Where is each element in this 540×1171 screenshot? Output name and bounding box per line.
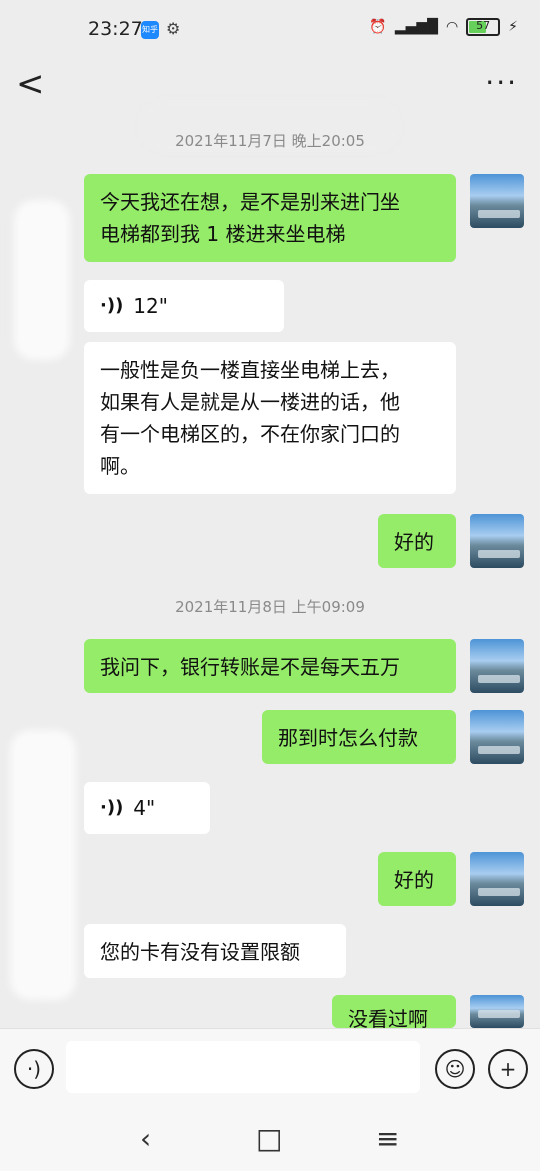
message-bubble[interactable]: 今天我还在想，是不是别来进门坐 电梯都到我 1 楼进来坐电梯	[84, 174, 456, 262]
chat-header: < ···	[0, 60, 540, 152]
emoji-button[interactable]: ☺	[435, 1049, 475, 1089]
plus-button[interactable]: +	[488, 1049, 528, 1089]
voice-input-button[interactable]: ·)	[14, 1049, 54, 1089]
message-bubble[interactable]: 没看过啊	[332, 995, 456, 1028]
nav-back-icon[interactable]: ‹	[140, 1122, 151, 1155]
redacted-avatar	[14, 200, 70, 360]
message-bubble[interactable]: 我问下，银行转账是不是每天五万	[84, 639, 456, 693]
voice-icon: ·)	[26, 1057, 42, 1081]
status-icons: ⏰ ▂▄▆█ ◠ 57 ⚡	[369, 18, 518, 36]
wifi-icon: ◠	[445, 19, 459, 35]
plus-icon: +	[499, 1057, 517, 1081]
voice-icon: ·))	[100, 797, 124, 818]
message-bubble[interactable]: 好的	[378, 514, 456, 568]
voice-message[interactable]: ·)) 12"	[84, 280, 284, 332]
back-button[interactable]: <	[16, 64, 45, 104]
charging-icon: ⚡	[508, 19, 518, 35]
more-button[interactable]: ···	[485, 66, 518, 99]
zhihu-app-icon: 知乎	[141, 21, 159, 39]
avatar[interactable]	[470, 639, 524, 693]
avatar[interactable]	[470, 174, 524, 228]
avatar[interactable]	[470, 852, 524, 906]
battery-icon: 57	[466, 18, 501, 36]
gear-icon: ⚙	[166, 19, 181, 38]
message-bubble[interactable]: 那到时怎么付款	[262, 710, 456, 764]
nav-home-icon[interactable]: □	[256, 1122, 282, 1155]
emoji-icon: ☺	[444, 1057, 466, 1081]
message-bubble[interactable]: 一般性是负一楼直接坐电梯上去， 如果有人是就是从一楼进的话，他 有一个电梯区的，…	[84, 342, 456, 494]
input-bar: ·) ☺ + ‹ □ ≡	[0, 1028, 540, 1171]
alarm-icon: ⏰	[369, 19, 387, 35]
redacted-avatar	[10, 730, 76, 1000]
avatar[interactable]	[470, 710, 524, 764]
avatar[interactable]	[470, 514, 524, 568]
message-bubble[interactable]: 好的	[378, 852, 456, 906]
voice-icon: ·))	[100, 295, 124, 316]
signal-icon: ▂▄▆█	[394, 19, 438, 35]
nav-menu-icon[interactable]: ≡	[376, 1122, 399, 1155]
timestamp: 2021年11月8日 上午09:09	[175, 598, 365, 616]
status-bar: 23:27 知乎 ⚙ ⏰ ▂▄▆█ ◠ 57 ⚡	[0, 0, 540, 60]
message-bubble[interactable]: 您的卡有没有设置限额	[84, 924, 346, 978]
timestamp: 2021年11月7日 晚上20:05	[175, 132, 365, 150]
status-time: 23:27	[88, 18, 143, 40]
message-input[interactable]	[66, 1041, 420, 1093]
avatar[interactable]	[470, 995, 524, 1028]
voice-message[interactable]: ·)) 4"	[84, 782, 210, 834]
